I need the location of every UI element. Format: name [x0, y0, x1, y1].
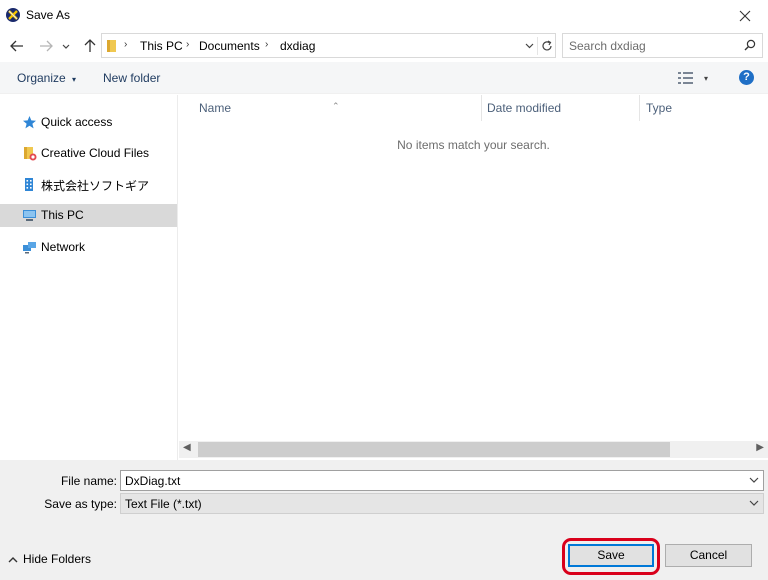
scroll-right-icon[interactable]: ▶	[756, 442, 764, 453]
save-form: File name: DxDiag.txt Save as type: Text…	[0, 460, 768, 580]
empty-folder-message: No items match your search.	[397, 138, 550, 152]
star-icon	[23, 116, 36, 129]
filename-field[interactable]: DxDiag.txt	[120, 470, 764, 491]
forward-button[interactable]	[35, 34, 57, 58]
change-view-button[interactable]: ▾	[678, 70, 714, 86]
network-icon	[23, 242, 36, 254]
filename-label: File name:	[60, 474, 117, 488]
scrollbar-thumb[interactable]	[198, 442, 670, 457]
sort-ascending-icon: ⌃	[332, 101, 340, 111]
folder-icon	[107, 40, 116, 52]
breadcrumb-documents[interactable]: Documents	[199, 39, 260, 53]
back-button[interactable]	[6, 34, 28, 58]
title-bar: Save As	[0, 0, 768, 31]
navigation-pane: Quick access Creative Cloud Files 株式会社ソフ…	[0, 95, 178, 460]
dropdown-arrow-icon: ▾	[72, 75, 77, 84]
search-input[interactable]: Search dxdiag	[562, 33, 763, 58]
breadcrumb-dxdiag[interactable]: dxdiag	[280, 39, 315, 53]
back-arrow-icon	[10, 40, 23, 52]
column-label: Date modified	[487, 101, 562, 115]
help-button[interactable]: ?	[739, 70, 754, 85]
filetype-select[interactable]: Text File (*.txt)	[120, 493, 764, 514]
up-arrow-icon	[84, 39, 96, 52]
dxdiag-app-icon	[6, 8, 20, 22]
filetype-value: Text File (*.txt)	[125, 497, 202, 511]
chevron-down-icon	[749, 500, 759, 506]
address-bar[interactable]: › This PC › Documents › dxdiag	[101, 33, 556, 58]
recent-locations-button[interactable]	[59, 34, 73, 58]
column-header-date-modified[interactable]: Date modified	[482, 95, 639, 121]
horizontal-scrollbar[interactable]: ◀ ▶	[179, 441, 768, 458]
column-header-name[interactable]: Name ⌃	[179, 95, 481, 121]
search-icon	[744, 39, 756, 51]
new-folder-button[interactable]: New folder	[103, 71, 160, 85]
organize-label: Organize	[17, 71, 66, 85]
command-bar: Organize ▾ New folder ▾ ?	[0, 62, 768, 94]
up-button[interactable]	[79, 34, 101, 58]
column-label: Type	[646, 101, 673, 115]
breadcrumb-separator-icon: ›	[265, 39, 269, 50]
sidebar-item-network[interactable]: Network	[0, 236, 177, 259]
building-icon	[25, 178, 33, 191]
address-history-button[interactable]	[520, 36, 538, 56]
sidebar-item-label: 株式会社ソフトギア	[41, 179, 150, 193]
sidebar-item-company[interactable]: 株式会社ソフトギア	[0, 173, 177, 196]
sidebar-item-label: This PC	[41, 208, 84, 222]
window-title: Save As	[26, 8, 71, 22]
sidebar-item-creative-cloud[interactable]: Creative Cloud Files	[0, 142, 177, 165]
chevron-up-icon	[8, 556, 18, 562]
dropdown-arrow-icon: ▾	[704, 73, 709, 83]
close-button[interactable]	[722, 0, 768, 31]
sidebar-item-label: Quick access	[41, 115, 113, 129]
scroll-left-icon[interactable]: ◀	[183, 442, 191, 453]
breadcrumb-this-pc[interactable]: This PC	[140, 39, 183, 53]
organize-menu[interactable]: Organize ▾	[17, 71, 76, 85]
chevron-down-icon	[525, 43, 533, 49]
breadcrumb-separator-icon: ›	[124, 39, 128, 50]
save-button-highlight	[562, 538, 660, 575]
sidebar-item-quick-access[interactable]: Quick access	[0, 111, 177, 134]
hide-folders-toggle[interactable]: Hide Folders	[8, 552, 91, 566]
refresh-icon	[542, 40, 552, 51]
details-view-icon	[678, 72, 693, 84]
file-list: Name ⌃ Date modified Type No items match…	[179, 95, 768, 460]
sidebar-item-this-pc[interactable]: This PC	[0, 204, 177, 227]
chevron-down-icon	[62, 44, 70, 49]
hide-folders-label: Hide Folders	[23, 552, 92, 566]
breadcrumb-separator-icon: ›	[186, 39, 190, 50]
close-icon	[739, 10, 751, 21]
search-placeholder: Search dxdiag	[569, 39, 646, 53]
sidebar-item-label: Network	[41, 240, 86, 254]
sidebar-item-label: Creative Cloud Files	[41, 146, 150, 160]
computer-icon	[23, 210, 36, 221]
refresh-button[interactable]	[538, 36, 556, 56]
chevron-down-icon[interactable]	[749, 473, 759, 487]
filetype-label: Save as type:	[44, 497, 117, 511]
forward-arrow-icon	[40, 40, 53, 52]
column-header-type[interactable]: Type	[640, 95, 768, 121]
filename-value: DxDiag.txt	[125, 474, 181, 488]
navigation-row: › This PC › Documents › dxdiag Search dx…	[0, 31, 768, 61]
column-label: Name	[199, 101, 232, 115]
cancel-button[interactable]: Cancel	[665, 544, 752, 567]
cloud-folder-icon	[24, 147, 37, 161]
